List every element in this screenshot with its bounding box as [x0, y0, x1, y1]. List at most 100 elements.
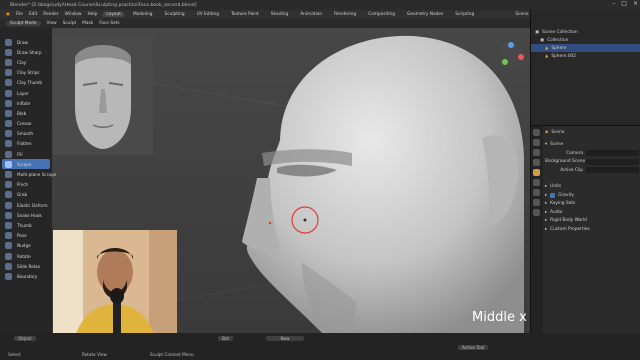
tool-pose[interactable]: Pose — [2, 231, 50, 241]
panel-units[interactable]: ▸ Units — [545, 183, 639, 192]
brush-cursor-center — [303, 218, 307, 222]
menu-render[interactable]: Render — [43, 12, 58, 17]
menu-sculpt[interactable]: Sculpt — [63, 21, 76, 26]
collection-icon: ▣ — [540, 37, 545, 43]
grab-icon — [5, 191, 12, 199]
outliner-row-sphere-002[interactable]: ▲ Sphere.002 — [531, 52, 640, 60]
camera-field[interactable] — [586, 150, 639, 157]
material-tab-icon[interactable] — [533, 209, 540, 216]
tool-draw-sharp[interactable]: Draw Sharp — [2, 47, 50, 57]
instructor-head — [97, 250, 133, 294]
tool-label: Snake Hook — [17, 212, 42, 218]
modifier-tab-icon[interactable] — [533, 199, 540, 206]
pinch-icon — [5, 181, 12, 189]
outliner-row-label: Sphere.002 — [551, 53, 577, 59]
panel-keying-sets[interactable]: ▸ Keying Sets — [545, 200, 639, 209]
menu-mask[interactable]: Mask — [82, 21, 93, 26]
minimize-icon[interactable]: – — [612, 0, 615, 7]
workspace-tab-layout[interactable]: Layout — [103, 12, 124, 17]
blender-logo-icon[interactable]: ● — [6, 12, 10, 17]
world-tab-icon[interactable] — [533, 179, 540, 186]
panel-label: Audio — [550, 209, 563, 215]
menu-edit[interactable]: Edit — [29, 12, 37, 17]
output-tab-icon[interactable] — [533, 149, 540, 156]
elastic-deform-icon — [5, 201, 12, 209]
mode-selector[interactable]: Sculpt Mode — [6, 21, 41, 26]
workspace-tab-texture-paint[interactable]: Texture Paint — [228, 12, 262, 17]
panel-audio[interactable]: ▸ Audio — [545, 208, 639, 217]
active-clip-field[interactable] — [586, 167, 639, 174]
tool-clay-strips[interactable]: Clay Strips — [2, 68, 50, 78]
tool-crease[interactable]: Crease — [2, 119, 50, 129]
workspace-tab-geometry-nodes[interactable]: Geometry Nodes — [404, 12, 446, 17]
outliner-row-label: Collection — [547, 37, 569, 43]
boundary-icon — [5, 272, 12, 280]
tool-layer[interactable]: Layer — [2, 88, 50, 98]
tool-nudge[interactable]: Nudge — [2, 241, 50, 251]
menu-help[interactable]: Help — [88, 12, 98, 17]
object-mode-selector[interactable]: Object — [14, 336, 36, 341]
outliner-row-label: Sphere — [551, 45, 567, 51]
close-icon[interactable]: × — [633, 0, 638, 7]
dropdown-selector[interactable]: Bot — [218, 336, 234, 341]
status-pill-button[interactable]: Now — [266, 336, 304, 341]
menu-file[interactable]: File — [16, 12, 23, 17]
maximize-icon[interactable]: □ — [621, 0, 627, 7]
background-scene-field[interactable] — [586, 158, 639, 165]
tool-pinch[interactable]: Pinch — [2, 180, 50, 190]
webcam-instructor — [53, 230, 177, 348]
workspace-tab-shading[interactable]: Shading — [268, 12, 291, 17]
view-layer-tab-icon[interactable] — [533, 159, 540, 166]
tool-multi-plane-scrape[interactable]: Multi-plane Scrape — [2, 169, 56, 179]
tool-clay[interactable]: Clay — [2, 57, 50, 67]
panel-rigid-body-world[interactable]: ▸ Rigid Body World — [545, 217, 639, 226]
tool-clay-thumb[interactable]: Clay Thumb — [2, 78, 50, 88]
workspace-tab-compositing[interactable]: Compositing — [365, 12, 398, 17]
tool-blob[interactable]: Blob — [2, 108, 50, 118]
workspace-tab-modeling[interactable]: Modeling — [130, 12, 156, 17]
tool-grab[interactable]: Grab — [2, 190, 50, 200]
gravity-checkbox[interactable] — [550, 192, 556, 198]
tool-scrape[interactable]: Scrape — [2, 159, 50, 170]
scene-tab-icon[interactable] — [533, 169, 540, 176]
tool-thumb[interactable]: Thumb — [2, 220, 50, 230]
status-bar: Object Select Rotate View Sculpt Context… — [0, 333, 640, 360]
tool-tab-icon[interactable] — [533, 129, 540, 136]
tool-flatten[interactable]: Flatten — [2, 139, 50, 149]
tool-smooth[interactable]: Smooth — [2, 129, 50, 139]
hint-sculpt-context-menu: Sculpt Context Menu — [150, 352, 194, 357]
tool-boundary[interactable]: Boundary — [2, 271, 50, 281]
menu-view[interactable]: View — [47, 21, 57, 26]
workspace-tab-scripting[interactable]: Scripting — [452, 12, 477, 17]
tool-snake-hook[interactable]: Snake Hook — [2, 210, 50, 220]
menu-face-sets[interactable]: Face Sets — [99, 21, 119, 26]
panel-gravity[interactable]: ▸ Gravity — [545, 191, 639, 200]
active-tool-button[interactable]: Active Tool — [458, 345, 489, 350]
menu-window[interactable]: Window — [65, 12, 82, 17]
outliner-row-collection[interactable]: ▣ Collection — [531, 36, 640, 44]
scene-selector[interactable]: Scene — [515, 12, 528, 17]
object-tab-icon[interactable] — [533, 189, 540, 196]
background-scene-label: Background Scene — [545, 159, 586, 165]
tool-fill[interactable]: Fill — [2, 149, 50, 159]
workspace-tab-animation[interactable]: Animation — [297, 12, 325, 17]
scrape-icon — [5, 160, 12, 168]
section-scene[interactable]: ▾ Scene — [545, 141, 639, 150]
tool-label: Boundary — [17, 273, 38, 279]
panel-custom-properties[interactable]: ▸ Custom Properties — [545, 225, 639, 234]
tool-inflate[interactable]: Inflate — [2, 98, 50, 108]
tool-rotate[interactable]: Rotate — [2, 251, 50, 261]
tool-slide-relax[interactable]: Slide Relax — [2, 261, 50, 271]
tool-label: Pinch — [17, 182, 29, 188]
navigation-gizmo[interactable] — [496, 40, 526, 70]
tool-header: Sculpt Mode View Sculpt Mask Face Sets — [0, 19, 530, 28]
workspace-tab-sculpting[interactable]: Sculpting — [162, 12, 188, 17]
tool-elastic-deform[interactable]: Elastic Deform — [2, 200, 50, 210]
workspace-tab-rendering[interactable]: Rendering — [331, 12, 359, 17]
outliner-row-scene-collection[interactable]: ▣ Scene Collection — [531, 28, 640, 36]
outliner-row-sphere[interactable]: ▲ Sphere — [531, 44, 640, 52]
workspace-tab-uv-editing[interactable]: UV Editing — [194, 12, 222, 17]
render-tab-icon[interactable] — [533, 139, 540, 146]
panel-label: Gravity — [558, 192, 574, 198]
tool-draw[interactable]: Draw — [2, 37, 50, 47]
